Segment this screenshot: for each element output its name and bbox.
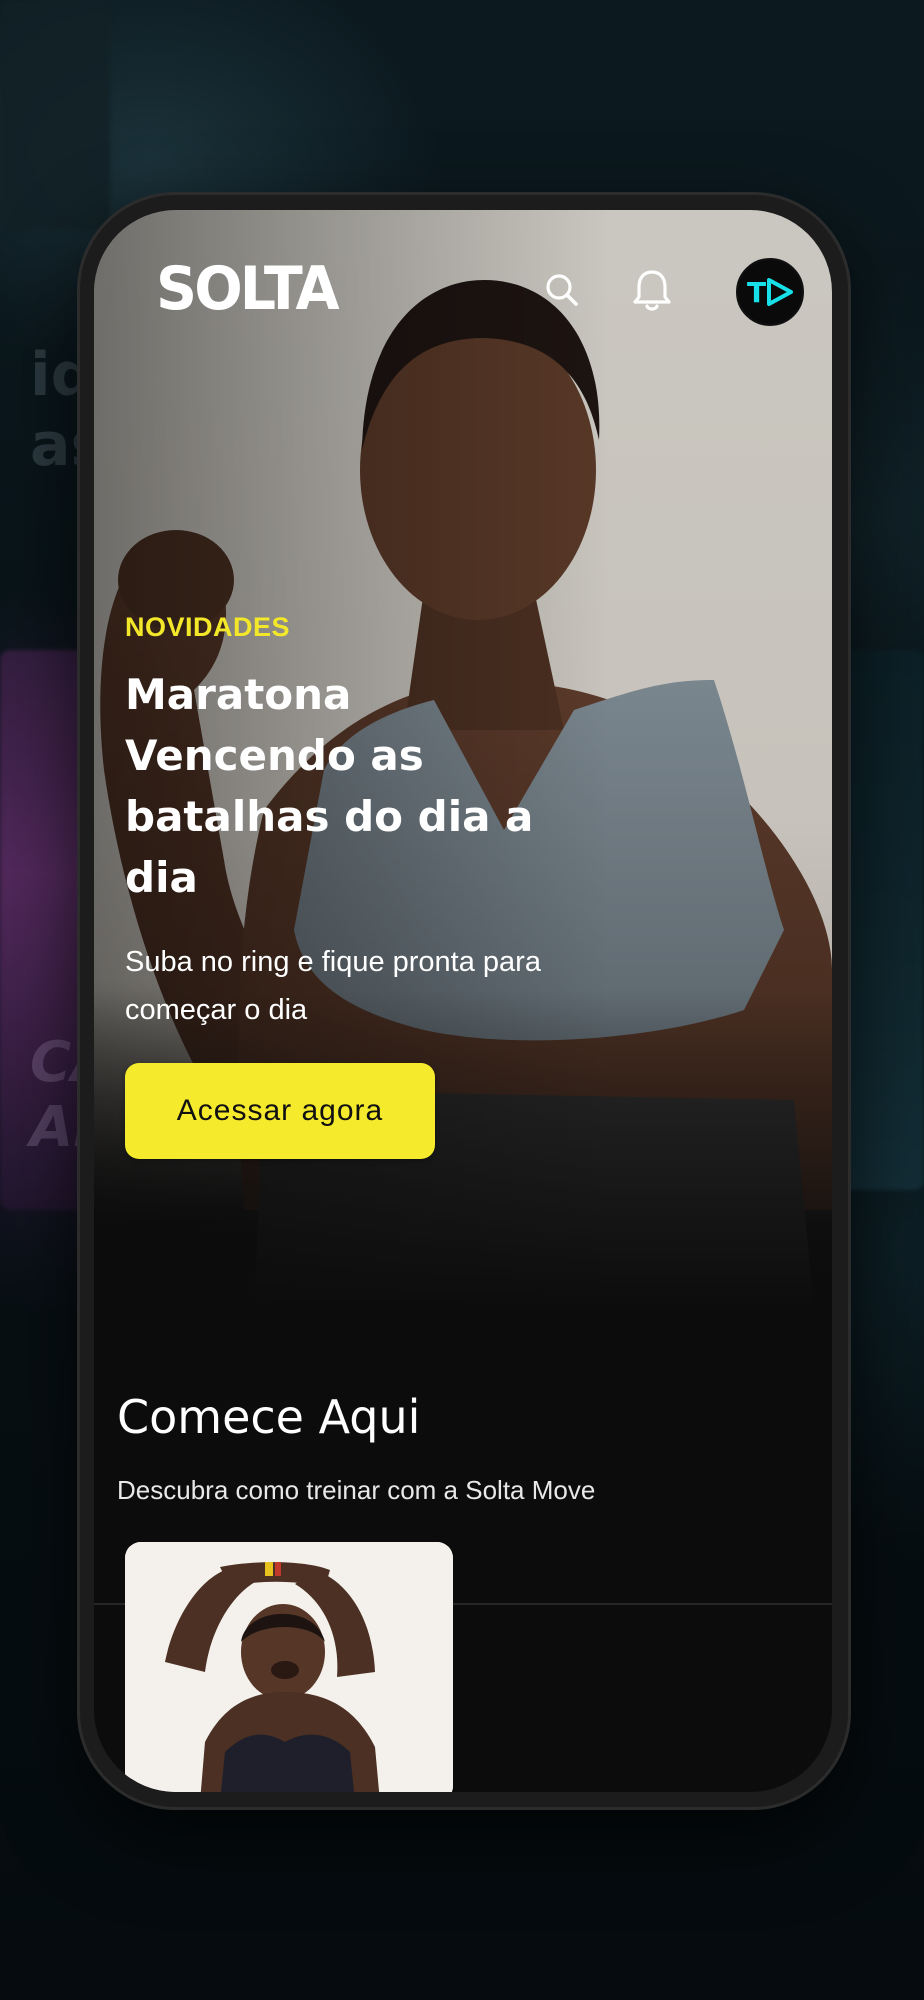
solta-logo: SOLTA	[156, 254, 340, 324]
workout-card-photo	[125, 1542, 453, 1792]
background-tile	[0, 0, 110, 230]
workout-card[interactable]	[125, 1542, 453, 1792]
top-bar: SOLTA T	[94, 210, 832, 326]
svg-text:T: T	[747, 276, 766, 309]
bell-icon	[633, 270, 671, 311]
hero-kicker: NOVIDADES	[125, 612, 291, 642]
section-title: Comece Aqui	[117, 1390, 421, 1444]
app-screen: SOLTA T NOVIDADES Maratona Vencendo as b…	[94, 210, 832, 1792]
search-icon	[546, 274, 578, 306]
profile-avatar-button[interactable]: T	[736, 258, 804, 326]
hero-title: Maratona Vencendo as batalhas do dia a d…	[125, 670, 534, 902]
search-button[interactable]	[534, 262, 590, 318]
profile-avatar-icon: T	[747, 276, 793, 309]
hero-banner: SOLTA T NOVIDADES Maratona Vencendo as b…	[94, 210, 832, 1310]
access-now-button[interactable]: Acessar agora	[125, 1063, 435, 1159]
background-tile	[835, 650, 924, 1190]
hero-subtitle: Suba no ring e fique pronta para começar…	[125, 946, 541, 1026]
notifications-button[interactable]	[624, 262, 680, 318]
section-subtitle: Descubra como treinar com a Solta Move	[117, 1475, 596, 1505]
